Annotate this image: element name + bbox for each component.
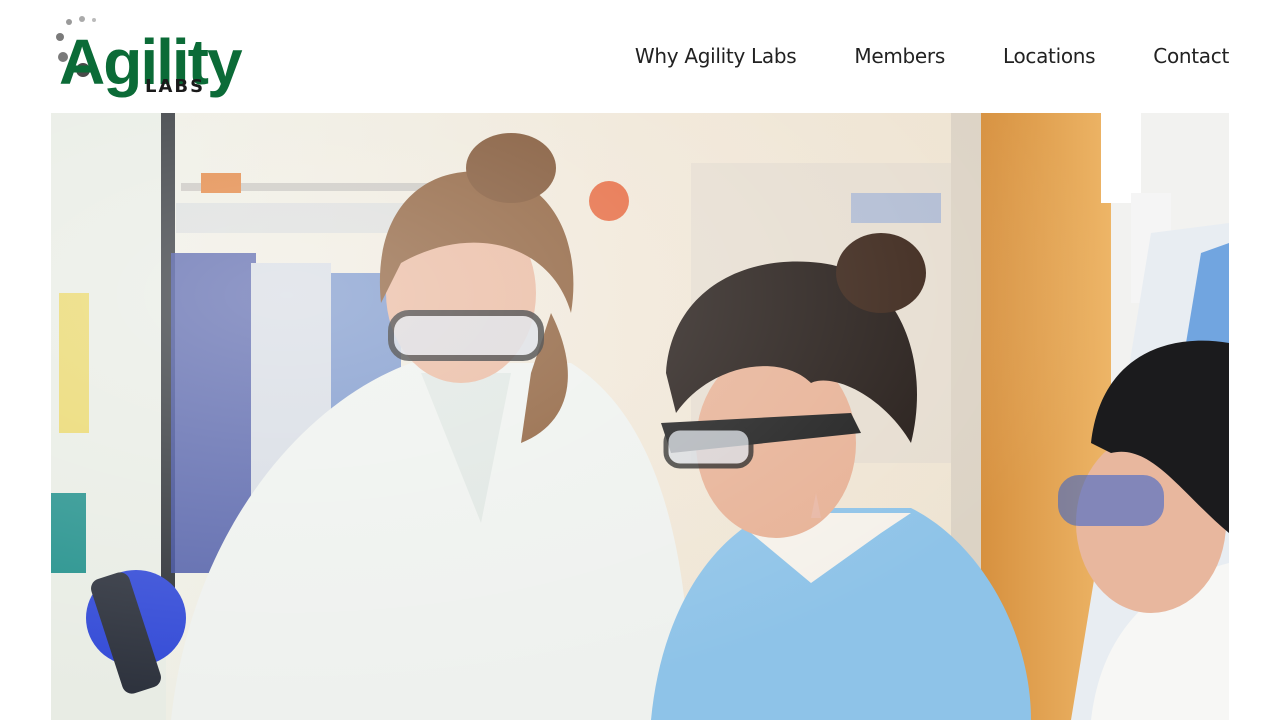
nav-contact[interactable]: Contact xyxy=(1153,44,1229,68)
nav-members[interactable]: Members xyxy=(854,44,945,68)
main-nav: Why Agility Labs Members Locations Conta… xyxy=(635,44,1229,68)
agility-labs-logo[interactable]: Agility LABS xyxy=(53,14,253,100)
lab-workers-photo xyxy=(51,113,1229,720)
site-header: Agility LABS Why Agility Labs Members Lo… xyxy=(0,0,1280,113)
nav-locations[interactable]: Locations xyxy=(1003,44,1096,68)
nav-why-agility-labs[interactable]: Why Agility Labs xyxy=(635,44,797,68)
logo-subtitle: LABS xyxy=(145,76,206,97)
hero-image xyxy=(51,113,1229,720)
